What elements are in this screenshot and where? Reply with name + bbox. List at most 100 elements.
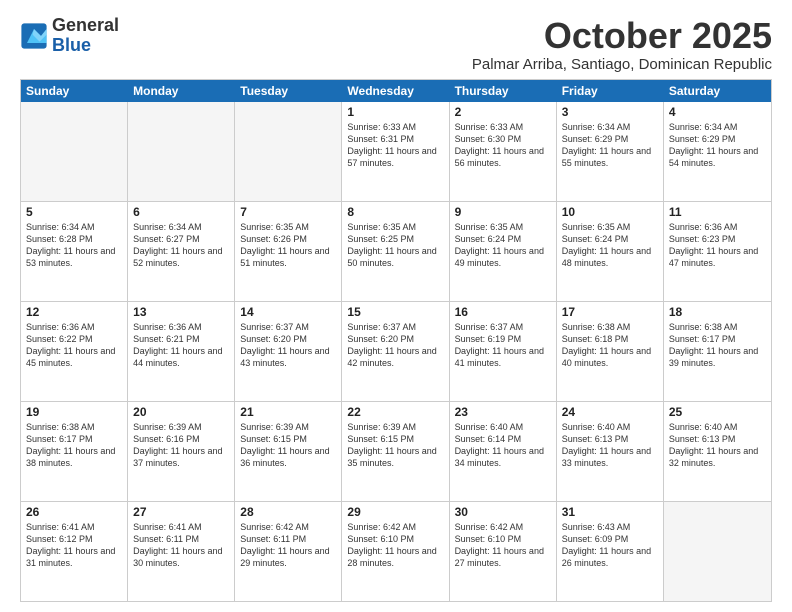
subtitle: Palmar Arriba, Santiago, Dominican Repub…: [472, 56, 772, 73]
day-cell: 29 Sunrise: 6:42 AM Sunset: 6:10 PM Dayli…: [342, 502, 449, 601]
day-header-friday: Friday: [557, 80, 664, 102]
day-number: 19: [26, 405, 122, 419]
calendar: SundayMondayTuesdayWednesdayThursdayFrid…: [20, 79, 772, 602]
day-number: 22: [347, 405, 443, 419]
day-cell: [21, 102, 128, 201]
day-number: 28: [240, 505, 336, 519]
day-header-tuesday: Tuesday: [235, 80, 342, 102]
day-info: Sunrise: 6:38 AM Sunset: 6:18 PM Dayligh…: [562, 321, 658, 370]
day-info: Sunrise: 6:34 AM Sunset: 6:28 PM Dayligh…: [26, 221, 122, 270]
day-number: 12: [26, 305, 122, 319]
day-info: Sunrise: 6:35 AM Sunset: 6:24 PM Dayligh…: [455, 221, 551, 270]
day-number: 6: [133, 205, 229, 219]
day-number: 10: [562, 205, 658, 219]
day-cell: 26 Sunrise: 6:41 AM Sunset: 6:12 PM Dayli…: [21, 502, 128, 601]
day-cell: 10 Sunrise: 6:35 AM Sunset: 6:24 PM Dayli…: [557, 202, 664, 301]
day-number: 11: [669, 205, 766, 219]
day-cell: 18 Sunrise: 6:38 AM Sunset: 6:17 PM Dayli…: [664, 302, 771, 401]
day-cell: 19 Sunrise: 6:38 AM Sunset: 6:17 PM Dayli…: [21, 402, 128, 501]
day-cell: 7Sunrise: 6:35 AM Sunset: 6:26 PM Daylig…: [235, 202, 342, 301]
day-header-sunday: Sunday: [21, 80, 128, 102]
day-cell: 27Sunrise: 6:41 AM Sunset: 6:11 PM Dayli…: [128, 502, 235, 601]
day-number: 29: [347, 505, 443, 519]
day-info: Sunrise: 6:38 AM Sunset: 6:17 PM Dayligh…: [26, 421, 122, 470]
day-number: 5: [26, 205, 122, 219]
logo-icon: [20, 22, 48, 50]
day-info: Sunrise: 6:37 AM Sunset: 6:19 PM Dayligh…: [455, 321, 551, 370]
day-cell: 2Sunrise: 6:33 AM Sunset: 6:30 PM Daylig…: [450, 102, 557, 201]
day-info: Sunrise: 6:41 AM Sunset: 6:12 PM Dayligh…: [26, 521, 122, 570]
day-number: 30: [455, 505, 551, 519]
day-info: Sunrise: 6:33 AM Sunset: 6:31 PM Dayligh…: [347, 121, 443, 170]
week-row-5: 26 Sunrise: 6:41 AM Sunset: 6:12 PM Dayli…: [21, 501, 771, 601]
week-row-4: 19 Sunrise: 6:38 AM Sunset: 6:17 PM Dayli…: [21, 401, 771, 501]
day-cell: [664, 502, 771, 601]
day-number: 25: [669, 405, 766, 419]
day-cell: 16 Sunrise: 6:37 AM Sunset: 6:19 PM Dayli…: [450, 302, 557, 401]
day-cell: 20Sunrise: 6:39 AM Sunset: 6:16 PM Dayli…: [128, 402, 235, 501]
day-number: 3: [562, 105, 658, 119]
day-info: Sunrise: 6:34 AM Sunset: 6:29 PM Dayligh…: [669, 121, 766, 170]
day-cell: 3 Sunrise: 6:34 AM Sunset: 6:29 PM Daylig…: [557, 102, 664, 201]
day-info: Sunrise: 6:42 AM Sunset: 6:10 PM Dayligh…: [347, 521, 443, 570]
day-number: 8: [347, 205, 443, 219]
day-info: Sunrise: 6:42 AM Sunset: 6:11 PM Dayligh…: [240, 521, 336, 570]
day-number: 27: [133, 505, 229, 519]
page: General Blue October 2025 Palmar Arriba,…: [0, 0, 792, 612]
logo-text: General Blue: [52, 16, 119, 56]
day-cell: 9Sunrise: 6:35 AM Sunset: 6:24 PM Daylig…: [450, 202, 557, 301]
day-info: Sunrise: 6:40 AM Sunset: 6:13 PM Dayligh…: [669, 421, 766, 470]
day-cell: [235, 102, 342, 201]
day-number: 20: [133, 405, 229, 419]
logo: General Blue: [20, 16, 119, 56]
day-number: 17: [562, 305, 658, 319]
day-info: Sunrise: 6:39 AM Sunset: 6:15 PM Dayligh…: [347, 421, 443, 470]
day-number: 21: [240, 405, 336, 419]
day-info: Sunrise: 6:35 AM Sunset: 6:25 PM Dayligh…: [347, 221, 443, 270]
day-cell: 14Sunrise: 6:37 AM Sunset: 6:20 PM Dayli…: [235, 302, 342, 401]
title-block: October 2025 Palmar Arriba, Santiago, Do…: [472, 16, 772, 73]
day-number: 13: [133, 305, 229, 319]
day-cell: 25 Sunrise: 6:40 AM Sunset: 6:13 PM Dayli…: [664, 402, 771, 501]
day-header-monday: Monday: [128, 80, 235, 102]
day-info: Sunrise: 6:35 AM Sunset: 6:24 PM Dayligh…: [562, 221, 658, 270]
day-info: Sunrise: 6:36 AM Sunset: 6:21 PM Dayligh…: [133, 321, 229, 370]
day-cell: 17 Sunrise: 6:38 AM Sunset: 6:18 PM Dayli…: [557, 302, 664, 401]
day-cell: 12 Sunrise: 6:36 AM Sunset: 6:22 PM Dayli…: [21, 302, 128, 401]
logo-general: General: [52, 16, 119, 36]
day-info: Sunrise: 6:35 AM Sunset: 6:26 PM Dayligh…: [240, 221, 336, 270]
week-row-1: 1 Sunrise: 6:33 AM Sunset: 6:31 PM Daylig…: [21, 102, 771, 201]
day-headers: SundayMondayTuesdayWednesdayThursdayFrid…: [21, 80, 771, 102]
day-cell: 1 Sunrise: 6:33 AM Sunset: 6:31 PM Daylig…: [342, 102, 449, 201]
day-info: Sunrise: 6:34 AM Sunset: 6:29 PM Dayligh…: [562, 121, 658, 170]
day-info: Sunrise: 6:39 AM Sunset: 6:15 PM Dayligh…: [240, 421, 336, 470]
day-cell: 13 Sunrise: 6:36 AM Sunset: 6:21 PM Dayli…: [128, 302, 235, 401]
day-cell: 30 Sunrise: 6:42 AM Sunset: 6:10 PM Dayli…: [450, 502, 557, 601]
day-number: 4: [669, 105, 766, 119]
week-row-2: 5 Sunrise: 6:34 AM Sunset: 6:28 PM Daylig…: [21, 201, 771, 301]
header: General Blue October 2025 Palmar Arriba,…: [20, 16, 772, 73]
day-info: Sunrise: 6:40 AM Sunset: 6:13 PM Dayligh…: [562, 421, 658, 470]
day-info: Sunrise: 6:43 AM Sunset: 6:09 PM Dayligh…: [562, 521, 658, 570]
day-header-saturday: Saturday: [664, 80, 771, 102]
day-info: Sunrise: 6:36 AM Sunset: 6:22 PM Dayligh…: [26, 321, 122, 370]
day-number: 15: [347, 305, 443, 319]
day-number: 26: [26, 505, 122, 519]
day-info: Sunrise: 6:38 AM Sunset: 6:17 PM Dayligh…: [669, 321, 766, 370]
day-number: 16: [455, 305, 551, 319]
day-info: Sunrise: 6:37 AM Sunset: 6:20 PM Dayligh…: [347, 321, 443, 370]
day-cell: 8 Sunrise: 6:35 AM Sunset: 6:25 PM Daylig…: [342, 202, 449, 301]
day-info: Sunrise: 6:34 AM Sunset: 6:27 PM Dayligh…: [133, 221, 229, 270]
month-title: October 2025: [472, 16, 772, 56]
day-cell: 31Sunrise: 6:43 AM Sunset: 6:09 PM Dayli…: [557, 502, 664, 601]
day-info: Sunrise: 6:36 AM Sunset: 6:23 PM Dayligh…: [669, 221, 766, 270]
day-header-wednesday: Wednesday: [342, 80, 449, 102]
day-number: 1: [347, 105, 443, 119]
day-number: 18: [669, 305, 766, 319]
day-cell: 11 Sunrise: 6:36 AM Sunset: 6:23 PM Dayli…: [664, 202, 771, 301]
weeks: 1 Sunrise: 6:33 AM Sunset: 6:31 PM Daylig…: [21, 102, 771, 601]
day-info: Sunrise: 6:40 AM Sunset: 6:14 PM Dayligh…: [455, 421, 551, 470]
day-number: 23: [455, 405, 551, 419]
day-info: Sunrise: 6:42 AM Sunset: 6:10 PM Dayligh…: [455, 521, 551, 570]
day-cell: 15 Sunrise: 6:37 AM Sunset: 6:20 PM Dayli…: [342, 302, 449, 401]
